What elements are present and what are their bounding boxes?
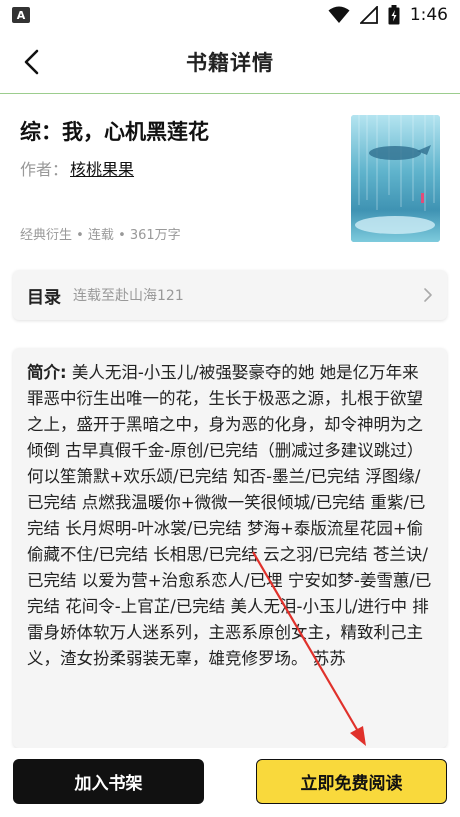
page-title: 书籍详情: [186, 50, 274, 75]
book-info-section: 综：我，心机黑莲花 作者： 核桃果果 经典衍生 • 连载 • 361万字: [0, 96, 460, 256]
page-header: 书籍详情: [0, 30, 460, 94]
read-free-button[interactable]: 立即免费阅读: [256, 759, 447, 804]
book-title: 综：我，心机黑莲花: [20, 120, 209, 144]
author-link[interactable]: 核桃果果: [70, 160, 134, 179]
chevron-right-icon: [423, 287, 433, 303]
intro-text-block: 简介: 美人无泪-小玉儿/被强娶豪夺的她 她是亿万年来罪恶中衍生出唯一的花，生长…: [27, 360, 433, 672]
intro-label: 简介:: [27, 363, 67, 382]
bottom-action-bar: 加入书架 立即免费阅读: [0, 748, 460, 817]
author-row: 作者： 核桃果果: [20, 156, 134, 180]
book-cover-image[interactable]: [351, 115, 440, 242]
battery-icon: [388, 5, 400, 25]
intro-body: 美人无泪-小玉儿/被强娶豪夺的她 她是亿万年来罪恶中衍生出唯一的花，生长于极恶之…: [27, 363, 432, 668]
catalog-latest-chapter: 连载至赴山海121: [73, 288, 184, 304]
app-notification-icon: A: [12, 7, 30, 23]
catalog-label: 目录: [27, 287, 61, 308]
add-to-shelf-button[interactable]: 加入书架: [13, 759, 204, 804]
wifi-icon: [328, 6, 350, 23]
catalog-row[interactable]: 目录 连载至赴山海121: [13, 270, 447, 320]
cover-illustration: [351, 115, 440, 242]
signal-icon: [359, 6, 378, 24]
book-meta: 经典衍生 • 连载 • 361万字: [20, 228, 181, 243]
chevron-left-icon: [24, 49, 39, 75]
author-label: 作者：: [20, 160, 69, 179]
status-time: 1:46: [409, 5, 448, 25]
back-button[interactable]: [16, 46, 48, 78]
intro-section: 简介: 美人无泪-小玉儿/被强娶豪夺的她 她是亿万年来罪恶中衍生出唯一的花，生长…: [13, 348, 447, 748]
status-bar: A 1:46: [0, 0, 460, 30]
